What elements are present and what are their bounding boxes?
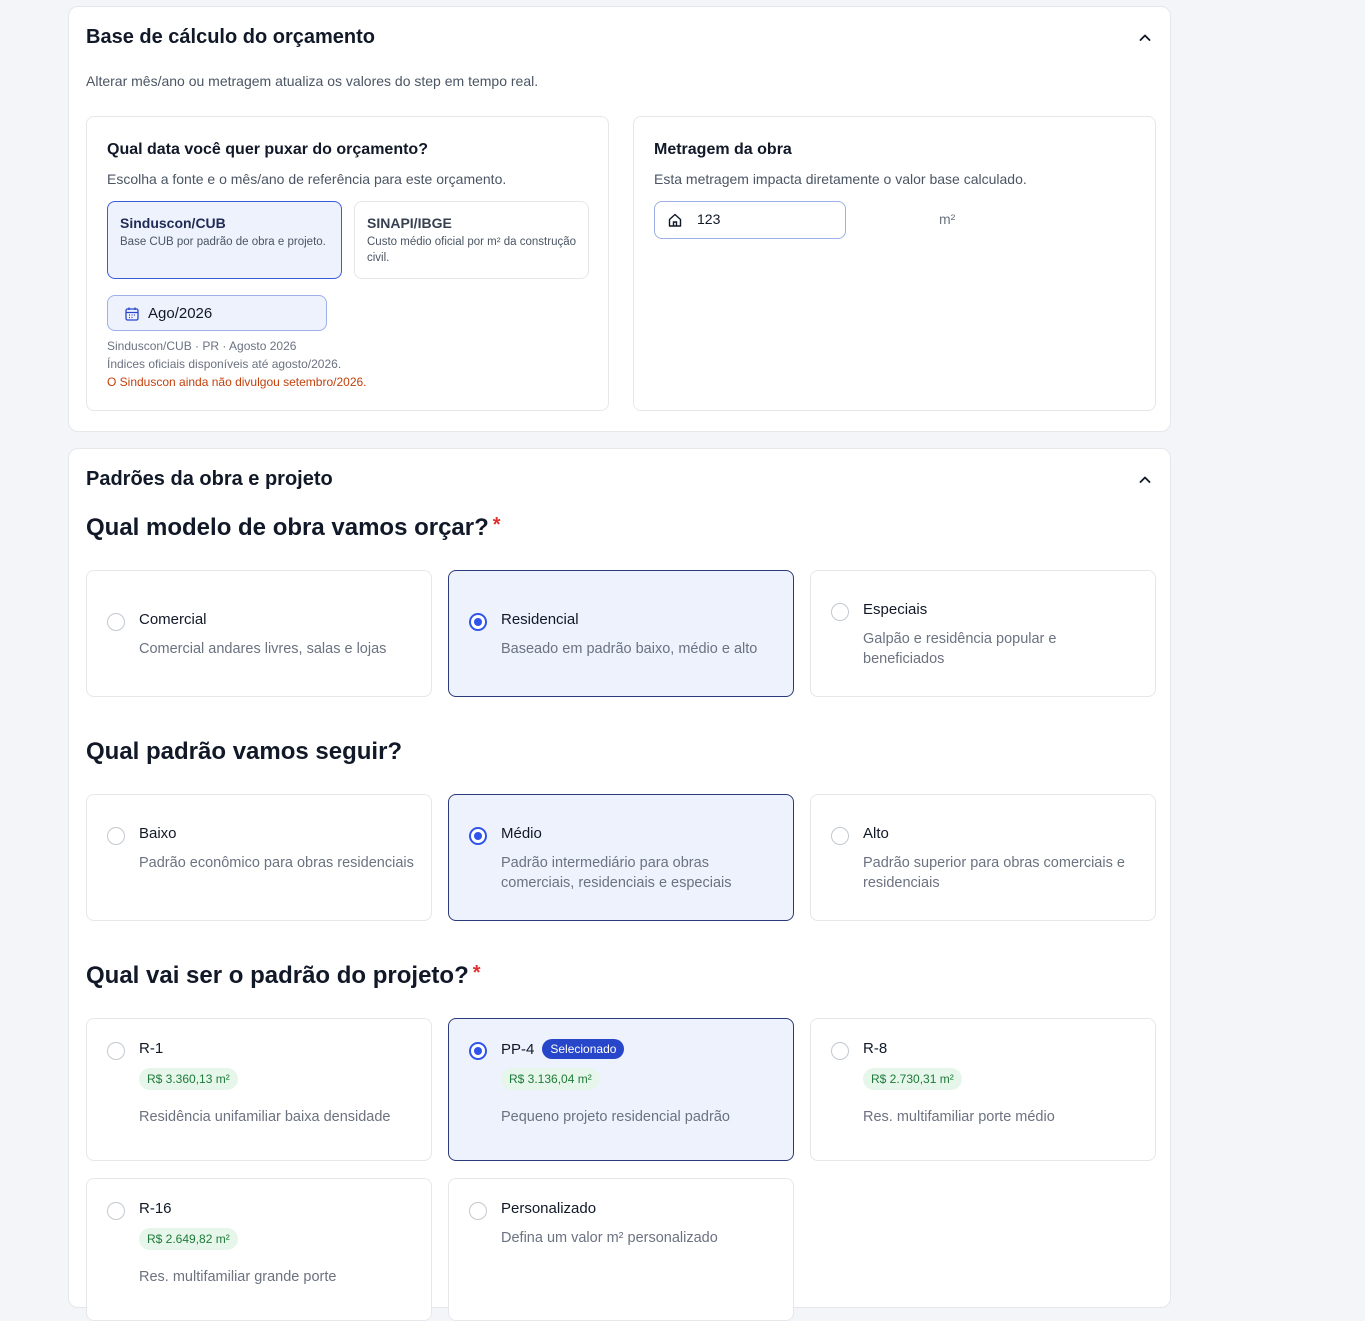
area-input[interactable] (695, 210, 839, 228)
option-title: Personalizado (501, 1200, 597, 1217)
source-note: Sinduscon/CUB · PR · Agosto 2026 (107, 339, 297, 353)
radio-button[interactable] (469, 1042, 487, 1060)
option-title: Baixo (139, 825, 177, 842)
warning-note: O Sinduscon ainda não divulgou setembro/… (107, 375, 367, 389)
area-panel-title: Metragem da obra (654, 141, 792, 158)
option-description: Padrão superior para obras comerciais e … (863, 855, 1125, 891)
option-baixo[interactable]: Baixo Padrão econômico para obras reside… (86, 794, 432, 921)
option-personalizado[interactable]: Personalizado Defina um valor m² persona… (448, 1178, 794, 1321)
area-field[interactable] (654, 201, 846, 239)
question-text: Qual padrão vamos seguir? (86, 738, 403, 765)
radio-button[interactable] (469, 613, 487, 631)
option-pp4[interactable]: PP-4 Selecionado R$ 3.136,04 m² Pequeno p… (448, 1018, 794, 1161)
date-panel: Qual data você quer puxar do orçamento? … (86, 116, 609, 411)
option-description: Padrão intermediário para obras comercia… (501, 855, 732, 891)
question-projeto: Qual vai ser o padrão do projeto? * (86, 962, 481, 990)
price-badge: R$ 2.649,82 m² (139, 1228, 238, 1250)
required-mark: * (492, 514, 501, 536)
option-title: Alto (863, 825, 889, 842)
source-description: Custo médio oficial por m² da construção… (367, 236, 577, 264)
option-description: Comercial andares livres, salas e lojas (139, 641, 387, 657)
source-option-sinapi[interactable]: SINAPI/IBGE Custo médio oficial por m² d… (354, 201, 589, 279)
section-title: Padrões da obra e projeto (86, 468, 333, 490)
option-r8[interactable]: R-8 R$ 2.730,31 m² Res. multifamiliar po… (810, 1018, 1156, 1161)
price-badge: R$ 3.136,04 m² (501, 1068, 600, 1090)
option-title: Especiais (863, 601, 928, 618)
option-description: Res. multifamiliar grande porte (139, 1269, 337, 1285)
calendar-icon (125, 307, 139, 321)
option-description: Res. multifamiliar porte médio (863, 1109, 1055, 1125)
option-residencial[interactable]: Residencial Baseado em padrão baixo, méd… (448, 570, 794, 697)
budget-base-section: Base de cálculo do orçamento Alterar mês… (68, 6, 1171, 432)
section-title: Base de cálculo do orçamento (86, 26, 375, 48)
option-title: Residencial (501, 611, 579, 628)
radio-button[interactable] (107, 827, 125, 845)
chevron-up-icon[interactable] (1136, 29, 1154, 47)
area-panel: Metragem da obra Esta metragem impacta d… (633, 116, 1156, 411)
option-title: Médio (501, 825, 542, 842)
chevron-up-icon[interactable] (1136, 471, 1154, 489)
source-description: Base CUB por padrão de obra e projeto. (120, 236, 326, 248)
month-picker-button[interactable]: Ago/2026 (107, 295, 327, 331)
option-title: Comercial (139, 611, 207, 628)
required-mark: * (472, 962, 481, 984)
source-option-sinduscon[interactable]: Sinduscon/CUB Base CUB por padrão de obr… (107, 201, 342, 279)
radio-button[interactable] (107, 1042, 125, 1060)
radio-button[interactable] (107, 613, 125, 631)
option-medio[interactable]: Médio Padrão intermediário para obras co… (448, 794, 794, 921)
option-especiais[interactable]: Especiais Galpão e residência popular e … (810, 570, 1156, 697)
date-panel-title: Qual data você quer puxar do orçamento? (107, 141, 428, 158)
question-text: Qual modelo de obra vamos orçar? (86, 514, 489, 541)
radio-button[interactable] (469, 827, 487, 845)
month-value: Ago/2026 (148, 305, 213, 322)
selected-badge: Selecionado (542, 1039, 625, 1059)
home-icon (668, 213, 682, 227)
price-badge: R$ 2.730,31 m² (863, 1068, 962, 1090)
radio-button[interactable] (469, 1202, 487, 1220)
question-modelo: Qual modelo de obra vamos orçar? * (86, 514, 501, 542)
date-panel-description: Escolha a fonte e o mês/ano de referênci… (107, 171, 507, 187)
option-title: PP-4 (501, 1041, 535, 1058)
option-description: Padrão econômico para obras residenciais (139, 855, 414, 871)
radio-button[interactable] (831, 1042, 849, 1060)
availability-note: Índices oficiais disponíveis até agosto/… (107, 357, 342, 371)
radio-button[interactable] (831, 827, 849, 845)
option-description: Baseado em padrão baixo, médio e alto (501, 641, 758, 657)
question-padrao: Qual padrão vamos seguir? (86, 738, 402, 766)
source-title: SINAPI/IBGE (367, 215, 452, 231)
source-title: Sinduscon/CUB (120, 215, 226, 231)
option-title: R-8 (863, 1040, 888, 1057)
option-r1[interactable]: R-1 R$ 3.360,13 m² Residência unifamilia… (86, 1018, 432, 1161)
option-description: Residência unifamiliar baixa densidade (139, 1109, 391, 1125)
option-title: R-16 (139, 1200, 172, 1217)
radio-button[interactable] (107, 1202, 125, 1220)
area-panel-description: Esta metragem impacta diretamente o valo… (654, 171, 1027, 187)
option-description: Galpão e residência popular e beneficiad… (863, 631, 1057, 667)
radio-button[interactable] (831, 603, 849, 621)
option-comercial[interactable]: Comercial Comercial andares livres, sala… (86, 570, 432, 697)
option-description: Pequeno projeto residencial padrão (501, 1109, 730, 1125)
option-r16[interactable]: R-16 R$ 2.649,82 m² Res. multifamiliar g… (86, 1178, 432, 1321)
option-title-row: PP-4 Selecionado (501, 1039, 625, 1059)
question-text: Qual vai ser o padrão do projeto? (86, 962, 469, 989)
area-unit: m² (939, 211, 956, 227)
section-description: Alterar mês/ano ou metragem atualiza os … (86, 73, 539, 89)
price-badge: R$ 3.360,13 m² (139, 1068, 238, 1090)
standards-section: Padrões da obra e projeto Qual modelo de… (68, 448, 1171, 1321)
option-alto[interactable]: Alto Padrão superior para obras comercia… (810, 794, 1156, 921)
option-title: R-1 (139, 1040, 164, 1057)
option-description: Defina um valor m² personalizado (501, 1230, 718, 1246)
